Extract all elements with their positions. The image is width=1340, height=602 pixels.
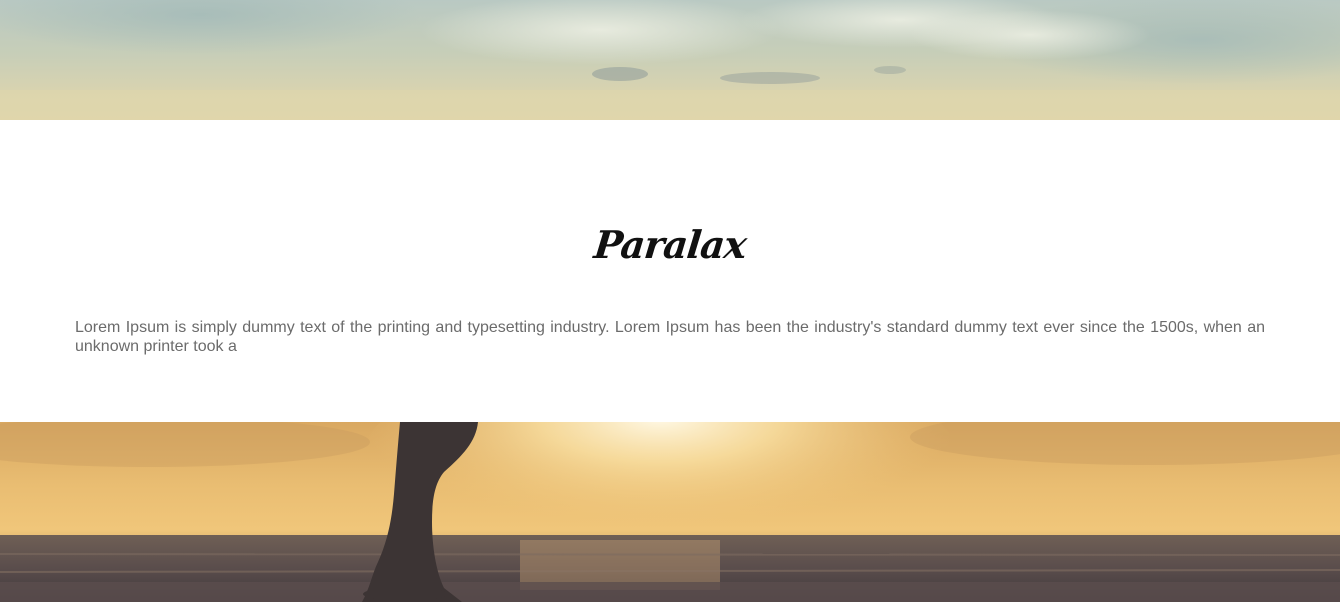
- parallax-content-section: Paralax Lorem Ipsum is simply dummy text…: [0, 120, 1340, 422]
- section-title: Paralax: [591, 222, 749, 267]
- sky-parallax-image: [0, 0, 1340, 120]
- sky-clouds-graphic: [0, 0, 1340, 120]
- section-body-text: Lorem Ipsum is simply dummy text of the …: [75, 319, 1265, 355]
- sunset-parallax-image: [0, 422, 1340, 602]
- beach-sunset-graphic: [0, 422, 1340, 602]
